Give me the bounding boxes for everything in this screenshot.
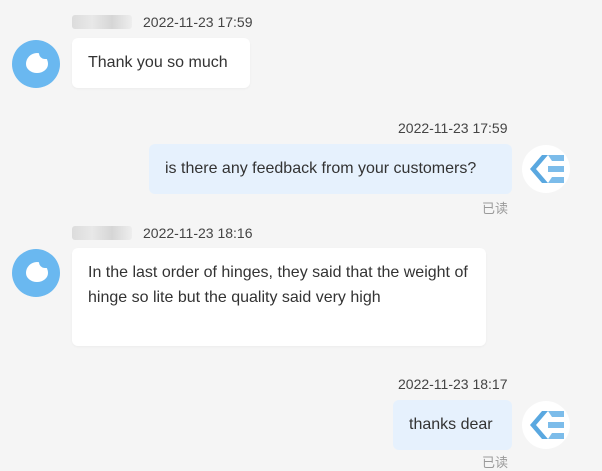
chat-conversation: 2022-11-23 17:59 Thank you so much 2022-… xyxy=(0,0,602,470)
agent-avatar[interactable] xyxy=(522,145,570,193)
message-timestamp: 2022-11-23 18:17 xyxy=(398,376,508,392)
agent-avatar[interactable] xyxy=(522,401,570,449)
read-status: 已读 xyxy=(482,455,509,470)
sender-name-redacted xyxy=(72,15,132,29)
outgoing-message-bubble[interactable]: thanks dear xyxy=(393,400,512,450)
e-logo-icon xyxy=(530,411,564,439)
incoming-message-bubble[interactable]: Thank you so much xyxy=(72,38,250,88)
customer-avatar[interactable] xyxy=(12,40,60,88)
message-timestamp: 2022-11-23 17:59 xyxy=(143,14,253,30)
sender-name-redacted xyxy=(72,226,132,240)
incoming-message-bubble[interactable]: In the last order of hinges, they said t… xyxy=(72,248,486,346)
read-status: 已读 xyxy=(482,201,509,216)
message-timestamp: 2022-11-23 17:59 xyxy=(398,120,508,136)
customer-avatar[interactable] xyxy=(12,249,60,297)
e-logo-icon xyxy=(530,155,564,183)
outgoing-message-bubble[interactable]: is there any feedback from your customer… xyxy=(149,144,512,194)
message-timestamp: 2022-11-23 18:16 xyxy=(143,225,253,241)
